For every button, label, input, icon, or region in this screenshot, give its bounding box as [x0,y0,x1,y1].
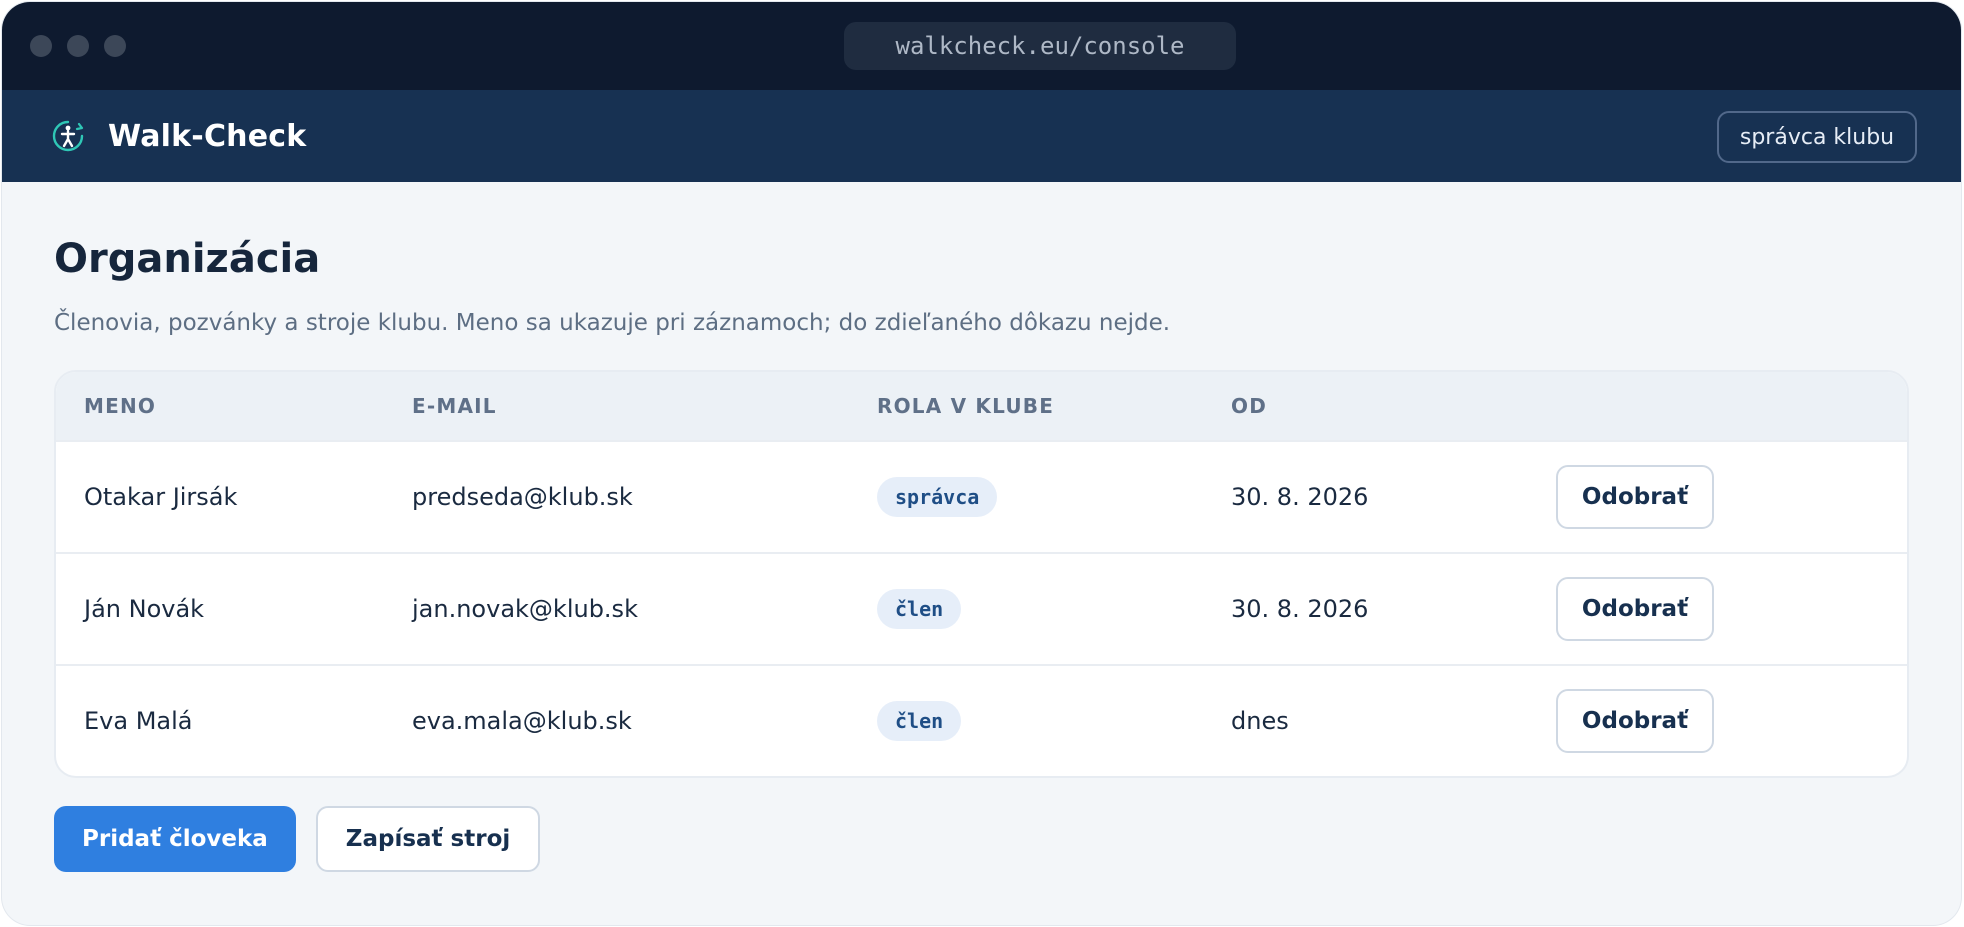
member-role: správca [877,477,1231,517]
member-actions: Odobrať [1556,689,1856,753]
role-badge: člen [877,701,962,741]
role-badge: člen [877,589,962,629]
maximize-window-dot[interactable] [104,35,126,57]
table-header: MENO E-MAIL ROLA V KLUBE OD [56,372,1907,440]
page-title: Organizácia [54,236,321,282]
walker-clock-icon [52,120,84,152]
page-subtitle: Členovia, pozvánky a stroje klubu. Meno … [54,310,1171,336]
members-table: MENO E-MAIL ROLA V KLUBE OD Otakar Jirsá… [54,370,1909,778]
minimize-window-dot[interactable] [67,35,89,57]
window-controls [30,35,126,57]
close-window-dot[interactable] [30,35,52,57]
member-email: predseda@klub.sk [412,483,633,511]
member-actions: Odobrať [1556,577,1856,641]
column-header-email[interactable]: E-MAIL [412,394,877,418]
remove-member-button[interactable]: Odobrať [1556,465,1714,529]
column-header-role[interactable]: ROLA V KLUBE [877,394,1231,418]
user-role-button[interactable]: správca klubu [1717,111,1917,163]
member-role: člen [877,701,1231,741]
member-email: eva.mala@klub.sk [412,707,632,735]
main-content: Organizácia Členovia, pozvánky a stroje … [2,182,1961,872]
brand[interactable]: Walk-Check [50,118,306,154]
member-actions: Odobrať [1556,465,1856,529]
column-header-name[interactable]: MENO [56,394,412,418]
register-machine-button[interactable]: Zapísať stroj [315,806,541,872]
member-since: 30. 8. 2026 [1231,483,1369,511]
page-actions: Pridať človeka Zapísať stroj [54,806,1909,872]
member-name: Eva Malá [84,707,193,735]
remove-member-button[interactable]: Odobrať [1556,689,1714,753]
member-name: Ján Novák [84,595,205,623]
table-row: Otakar Jirsák predseda@klub.sk správca 3… [56,440,1907,552]
table-row: Eva Malá eva.mala@klub.sk člen dnes Odob… [56,664,1907,776]
column-header-since[interactable]: OD [1231,394,1556,418]
role-badge: správca [877,477,998,517]
browser-titlebar: walkcheck.eu/console [2,2,1961,90]
app-header: Walk-Check správca klubu [2,90,1961,182]
table-row: Ján Novák jan.novak@klub.sk člen 30. 8. … [56,552,1907,664]
member-since: 30. 8. 2026 [1231,595,1369,623]
add-person-button[interactable]: Pridať človeka [54,806,296,872]
browser-window: walkcheck.eu/console Walk-Check správca … [2,2,1961,925]
app-name: Walk-Check [108,118,307,154]
member-role: člen [877,589,1231,629]
member-since: dnes [1231,707,1289,735]
remove-member-button[interactable]: Odobrať [1556,577,1714,641]
member-name: Otakar Jirsák [84,483,238,511]
member-email: jan.novak@klub.sk [412,595,638,623]
address-bar[interactable]: walkcheck.eu/console [844,22,1236,70]
